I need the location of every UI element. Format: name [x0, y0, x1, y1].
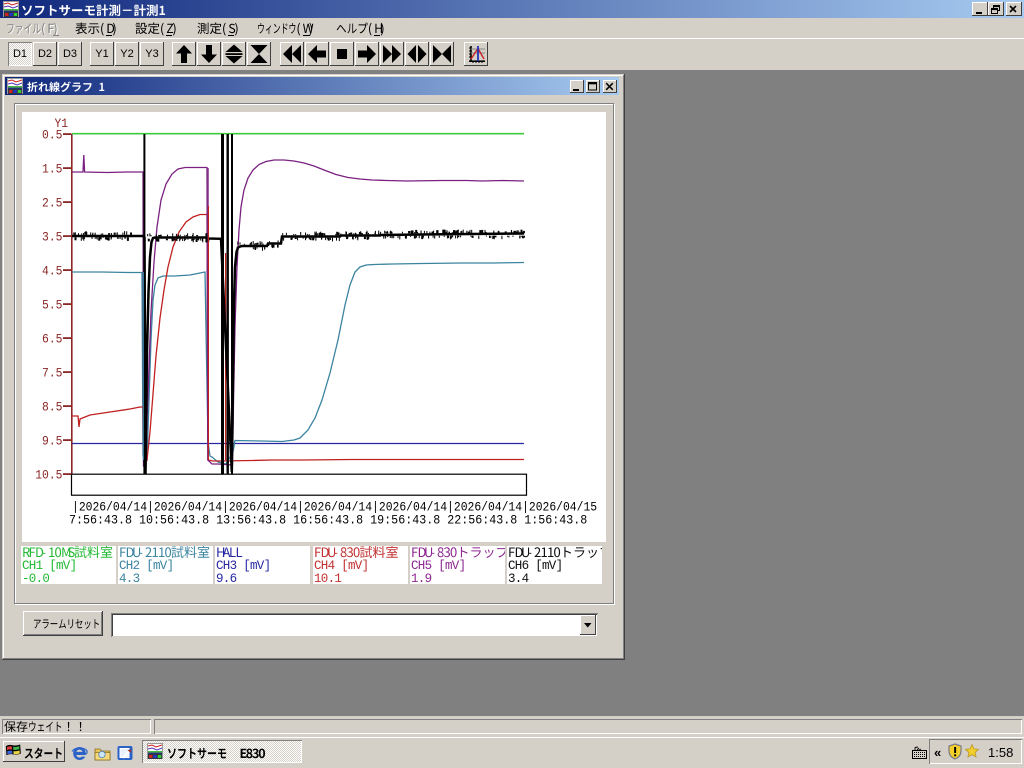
svg-text:|2026/04/14|2026/04/14|2026/04: |2026/04/14|2026/04/14|2026/04/14|2026/0… [72, 501, 597, 515]
svg-text:5.5: 5.5 [42, 299, 63, 313]
svg-text:6.5: 6.5 [42, 333, 63, 347]
svg-text:10.5: 10.5 [35, 469, 62, 483]
svg-text:7:56:43.8 10:56:43.8 13:56:43.: 7:56:43.8 10:56:43.8 13:56:43.8 16:56:43… [69, 514, 587, 528]
svg-text:9.5: 9.5 [42, 435, 63, 449]
svg-text:3.5: 3.5 [42, 231, 63, 245]
svg-text:4.5: 4.5 [42, 265, 63, 279]
svg-text:Y1: Y1 [55, 117, 69, 131]
svg-text:1.5: 1.5 [42, 163, 63, 177]
svg-text:8.5: 8.5 [42, 401, 63, 415]
svg-text:7.5: 7.5 [42, 367, 63, 381]
svg-text:2.5: 2.5 [42, 197, 63, 211]
